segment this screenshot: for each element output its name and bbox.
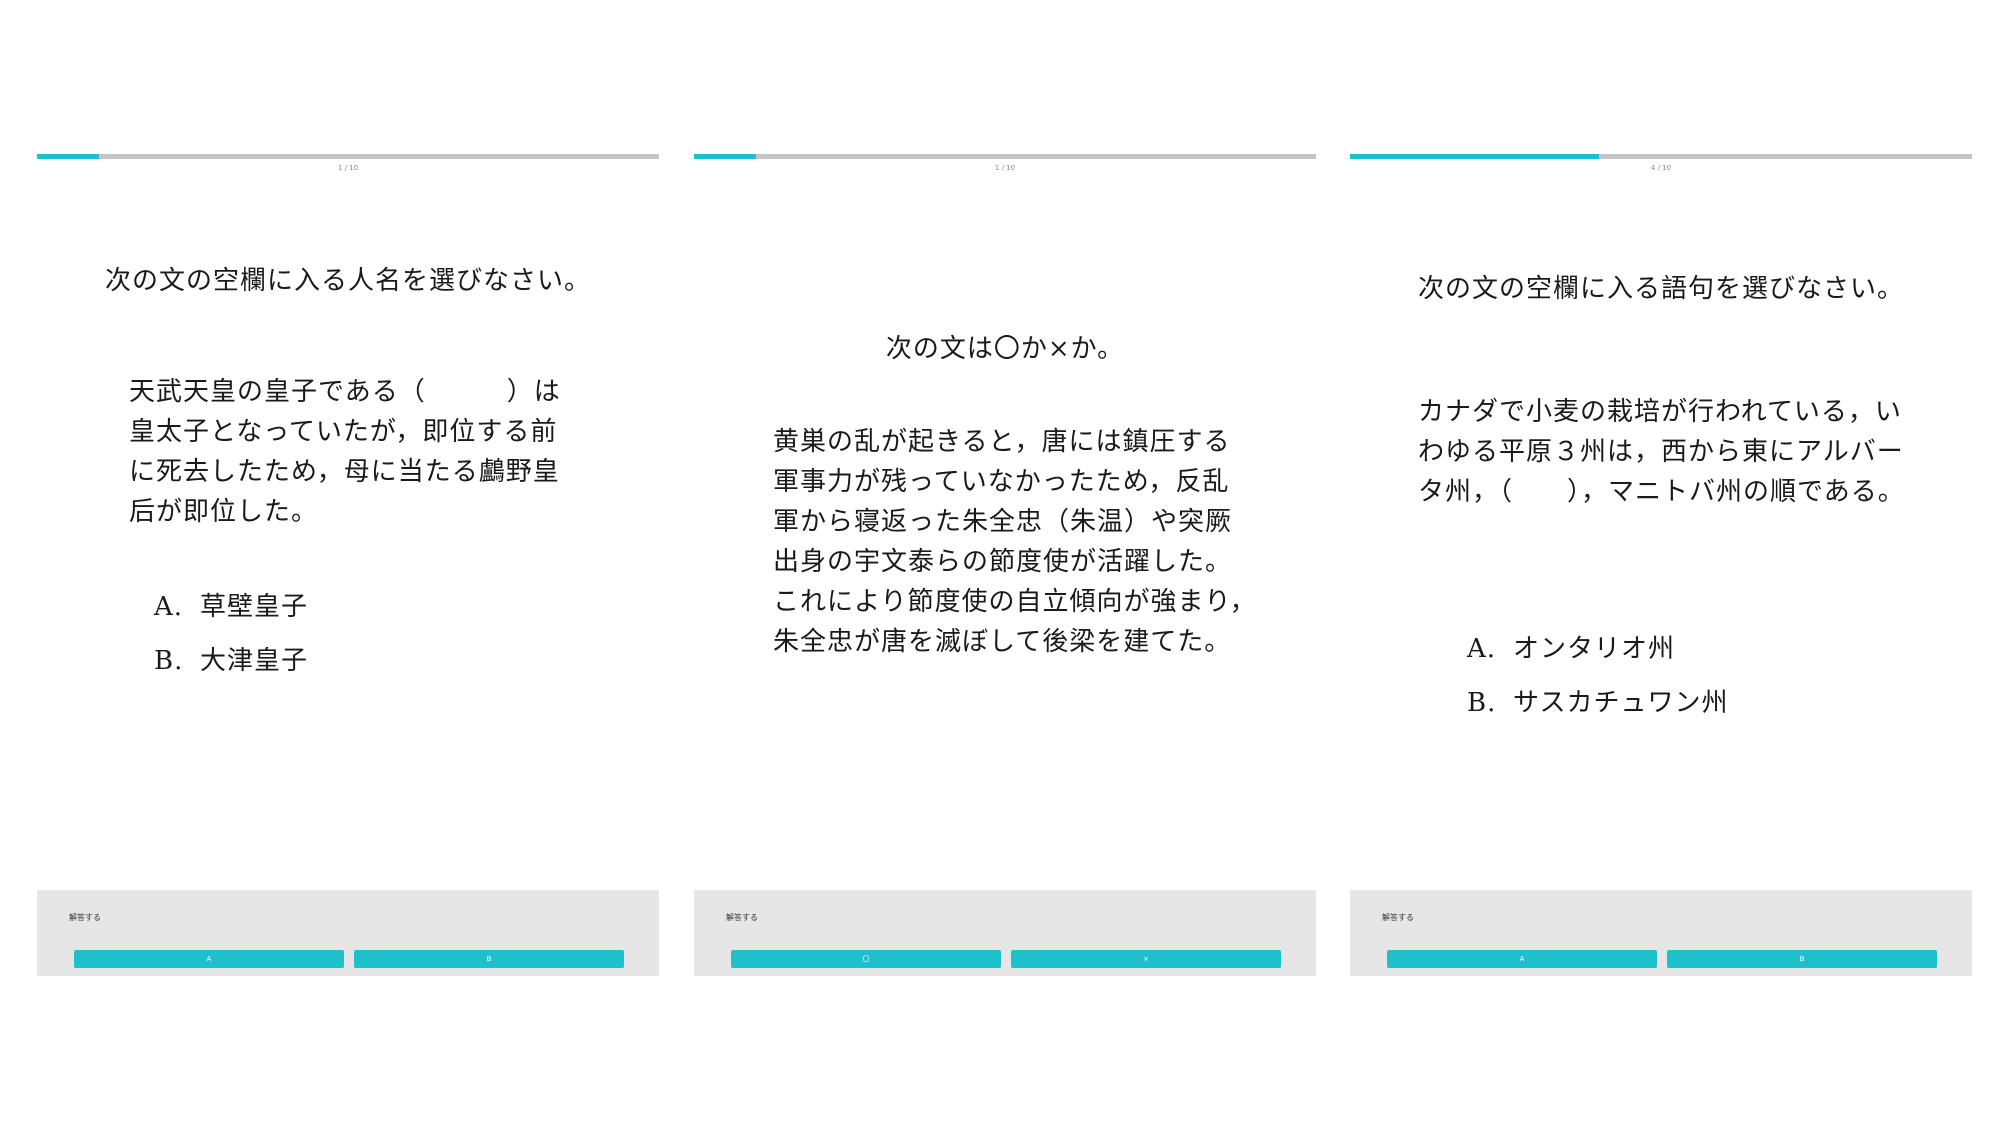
answer-button-b[interactable]: B [354,950,624,968]
option-text: サスカチュワン州 [1513,688,1729,718]
progress-fill [1350,154,1599,159]
question-instruction: 次の文の空欄に入る人名を選びなさい。 [104,266,591,296]
answer-button-true[interactable]: 〇 [731,950,1001,968]
question-text: 天武天皇の皇子である（ ）は 皇太子となっていたが，即位する前 に死去したため，… [129,377,561,527]
option-a: A. オンタリオ州 [1467,622,1728,676]
answer-area: 解答する A B [37,890,659,976]
option-b: B. サスカチュワン州 [1467,676,1728,730]
progress-bar [37,154,659,159]
answer-area: 解答する A B [1350,890,1972,976]
question-text: 黄巣の乱が起きると，唐には鎮圧する 軍事力が残っていなかったため，反乱 軍から寝… [773,427,1257,657]
question-text: カナダで小麦の栽培が行われている，い わゆる平原３州は，西から東にアルバー タ州… [1418,397,1905,507]
option-text: 草壁皇子 [200,592,309,622]
quiz-panel-3: 4 / 10 次の文の空欄に入る語句を選びなさい。 カナダで小麦の栽培が行われて… [1350,154,1972,976]
answer-label: 解答する [69,913,101,922]
quiz-panel-1: 1 / 10 次の文の空欄に入る人名を選びなさい。 天武天皇の皇子である（ ）は… [37,154,659,976]
question-counter: 4 / 10 [1650,164,1672,172]
answer-button-a[interactable]: A [74,950,344,968]
quiz-panel-2: 1 / 10 次の文は〇か×か。 黄巣の乱が起きると，唐には鎮圧する 軍事力が残… [694,154,1316,976]
progress-bar [694,154,1316,159]
answer-button-b[interactable]: B [1667,950,1937,968]
answer-area: 解答する 〇 × [694,890,1316,976]
option-b: B. 大津皇子 [154,634,308,688]
progress-bar [1350,154,1972,159]
option-letter: B. [1467,688,1497,718]
option-a: A. 草壁皇子 [154,580,308,634]
answer-options: A. 草壁皇子 B. 大津皇子 [154,580,308,688]
option-letter: B. [154,646,184,676]
option-letter: A. [1467,634,1497,664]
answer-label: 解答する [1382,913,1414,922]
option-letter: A. [154,592,184,622]
answer-label: 解答する [726,913,758,922]
progress-fill [694,154,757,159]
answer-button-false[interactable]: × [1011,950,1281,968]
progress-fill [37,154,100,159]
question-instruction: 次の文は〇か×か。 [885,334,1125,364]
question-instruction: 次の文の空欄に入る語句を選びなさい。 [1417,274,1904,304]
question-counter: 1 / 10 [337,164,359,172]
answer-options: A. オンタリオ州 B. サスカチュワン州 [1467,622,1728,730]
option-text: 大津皇子 [200,646,309,676]
question-counter: 1 / 10 [994,164,1016,172]
answer-button-a[interactable]: A [1387,950,1657,968]
option-text: オンタリオ州 [1513,634,1676,664]
